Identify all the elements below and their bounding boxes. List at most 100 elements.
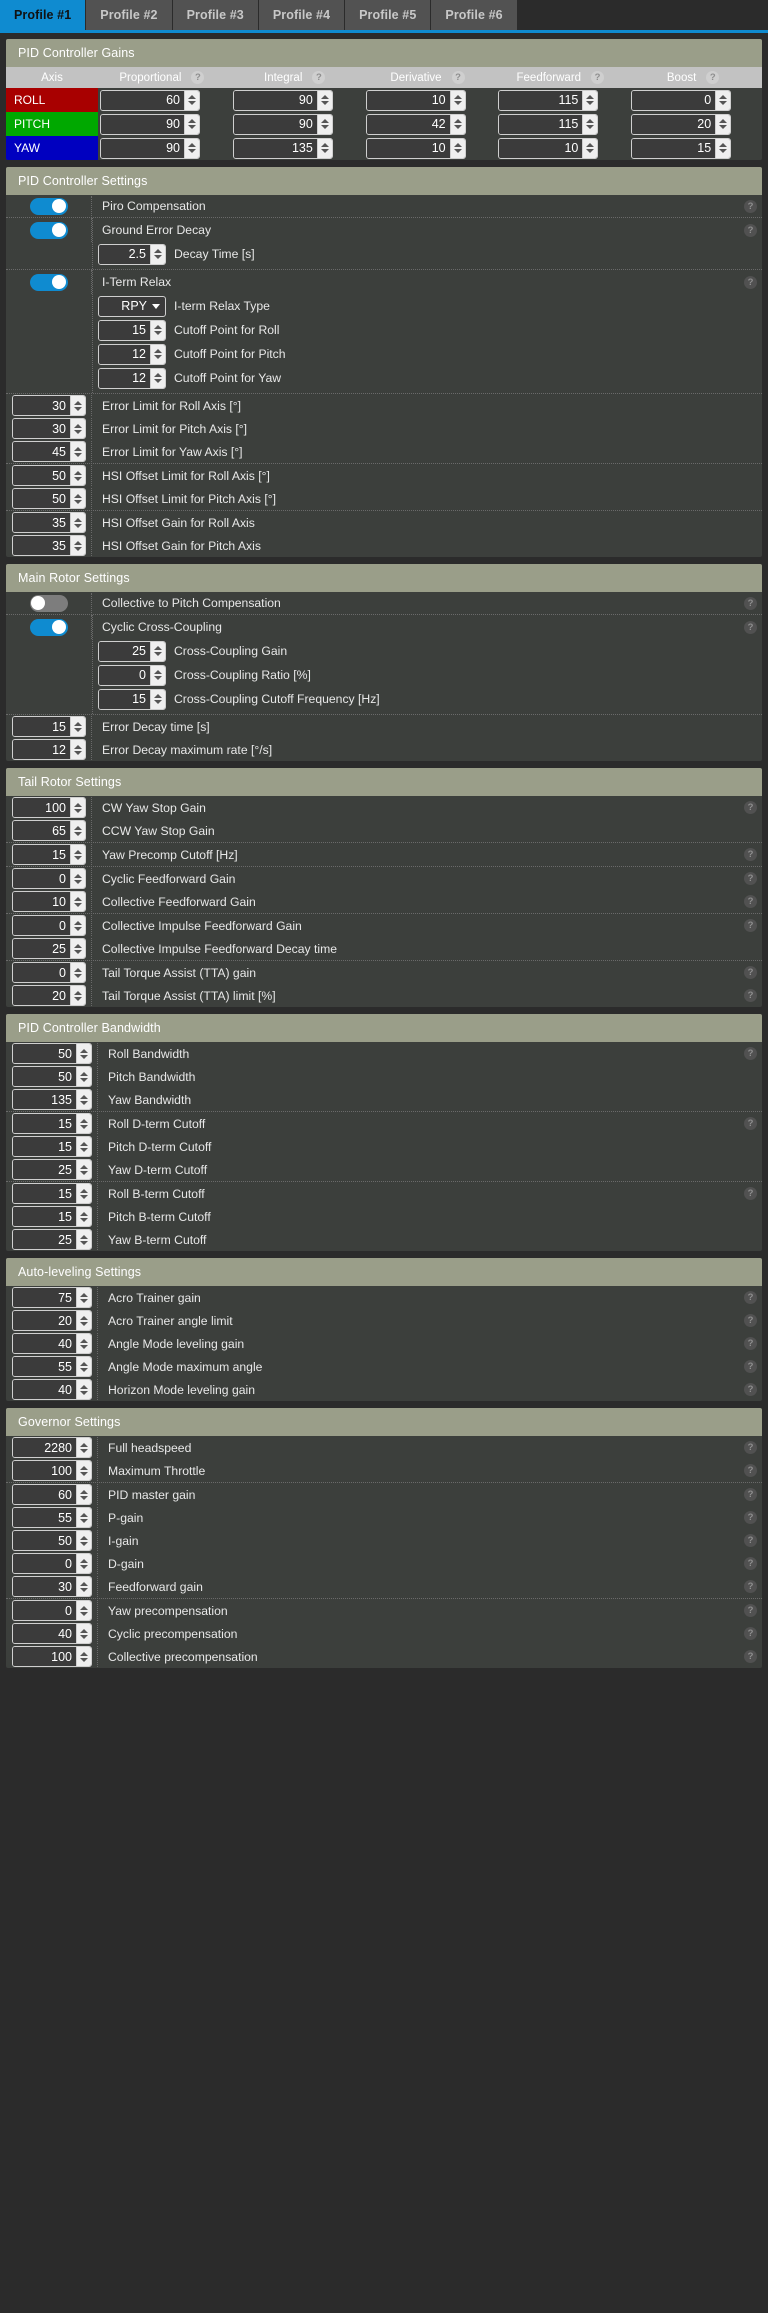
spinner[interactable] (76, 1601, 91, 1620)
input-tta-limit[interactable]: 20 (12, 985, 86, 1006)
spinner[interactable] (76, 1311, 91, 1330)
spinner[interactable] (70, 419, 85, 438)
spinner[interactable] (70, 489, 85, 508)
spinner[interactable] (70, 821, 85, 840)
spinner[interactable] (76, 1624, 91, 1643)
help-icon-iterm-relax[interactable]: ? (744, 276, 757, 289)
spinner[interactable] (582, 115, 597, 134)
spinner[interactable] (450, 115, 465, 134)
help-icon-boost[interactable]: ? (706, 71, 719, 84)
input-d-gain[interactable]: 0 (12, 1553, 92, 1574)
help-icon-full-headspeed[interactable]: ? (744, 1441, 757, 1454)
help-icon-piro-compensation[interactable]: ? (744, 200, 757, 213)
help-icon-pid-master-gain[interactable]: ? (744, 1488, 757, 1501)
input-hsi-offset-gain-pitch[interactable]: 35 (12, 535, 86, 556)
help-icon-angle-mode-leveling-gain[interactable]: ? (744, 1337, 757, 1350)
spinner[interactable] (70, 466, 85, 485)
spinner[interactable] (76, 1090, 91, 1109)
spinner[interactable] (150, 245, 165, 264)
toggle-piro-compensation[interactable] (30, 198, 68, 215)
spinner[interactable] (70, 869, 85, 888)
input-cw-yaw-stop-gain[interactable]: 100 (12, 797, 86, 818)
input-collective-impulse-ff-decay[interactable]: 25 (12, 938, 86, 959)
spinner[interactable] (150, 321, 165, 340)
spinner[interactable] (184, 139, 199, 158)
input-roll-bandwidth[interactable]: 50 (12, 1043, 92, 1064)
help-icon-maximum-throttle[interactable]: ? (744, 1464, 757, 1477)
help-icon-ground-error-decay[interactable]: ? (744, 224, 757, 237)
spinner[interactable] (70, 892, 85, 911)
input-cross-coupling-gain[interactable]: 25 (98, 641, 166, 662)
input-hsi-offset-limit-roll[interactable]: 50 (12, 465, 86, 486)
spinner[interactable] (70, 740, 85, 759)
spinner[interactable] (76, 1067, 91, 1086)
spinner[interactable] (715, 115, 730, 134)
help-icon-tta-limit[interactable]: ? (744, 989, 757, 1002)
spinner[interactable] (76, 1288, 91, 1307)
input-yaw-precomp-cutoff[interactable]: 15 (12, 844, 86, 865)
help-icon-feedforward-gain[interactable]: ? (744, 1580, 757, 1593)
help-icon-i-gain[interactable]: ? (744, 1534, 757, 1547)
input-pitch-dterm-cutoff[interactable]: 15 (12, 1136, 92, 1157)
tab-profile-6[interactable]: Profile #6 (431, 0, 517, 30)
input-yaw-derivative[interactable]: 10 (366, 138, 466, 159)
spinner[interactable] (76, 1044, 91, 1063)
input-error-limit-roll[interactable]: 30 (12, 395, 86, 416)
spinner[interactable] (76, 1380, 91, 1399)
input-roll-integral[interactable]: 90 (233, 90, 333, 111)
spinner[interactable] (582, 91, 597, 110)
input-roll-feedforward[interactable]: 115 (498, 90, 598, 111)
help-icon-collective-to-pitch[interactable]: ? (744, 597, 757, 610)
spinner[interactable] (70, 963, 85, 982)
help-icon-roll-dterm-cutoff[interactable]: ? (744, 1117, 757, 1130)
input-pitch-bterm-cutoff[interactable]: 15 (12, 1206, 92, 1227)
spinner[interactable] (317, 115, 332, 134)
input-pitch-boost[interactable]: 20 (631, 114, 731, 135)
input-cross-coupling-cutoff[interactable]: 15 (98, 689, 166, 710)
spinner[interactable] (150, 666, 165, 685)
input-cyclic-feedforward-gain[interactable]: 0 (12, 868, 86, 889)
spinner[interactable] (582, 139, 597, 158)
input-roll-bterm-cutoff[interactable]: 15 (12, 1183, 92, 1204)
input-hsi-offset-limit-pitch[interactable]: 50 (12, 488, 86, 509)
tab-profile-5[interactable]: Profile #5 (345, 0, 431, 30)
help-icon-cyclic-precompensation[interactable]: ? (744, 1627, 757, 1640)
input-cutoff-yaw[interactable]: 12 (98, 368, 166, 389)
help-icon-integral[interactable]: ? (312, 71, 325, 84)
spinner[interactable] (76, 1334, 91, 1353)
spinner[interactable] (76, 1357, 91, 1376)
input-roll-proportional[interactable]: 60 (100, 90, 200, 111)
spinner[interactable] (70, 536, 85, 555)
input-horizon-mode-leveling-gain[interactable]: 40 (12, 1379, 92, 1400)
input-pitch-integral[interactable]: 90 (233, 114, 333, 135)
help-icon-roll-bandwidth[interactable]: ? (744, 1047, 757, 1060)
input-roll-dterm-cutoff[interactable]: 15 (12, 1113, 92, 1134)
input-ccw-yaw-stop-gain[interactable]: 65 (12, 820, 86, 841)
input-pitch-bandwidth[interactable]: 50 (12, 1066, 92, 1087)
input-collective-precompensation[interactable]: 100 (12, 1646, 92, 1667)
spinner[interactable] (76, 1554, 91, 1573)
tab-profile-2[interactable]: Profile #2 (86, 0, 172, 30)
select-iterm-relax-type[interactable]: RPY (98, 296, 166, 317)
spinner[interactable] (76, 1531, 91, 1550)
toggle-ground-error-decay[interactable] (30, 222, 68, 239)
help-icon-p-gain[interactable]: ? (744, 1511, 757, 1524)
spinner[interactable] (70, 845, 85, 864)
help-icon-collective-precompensation[interactable]: ? (744, 1650, 757, 1663)
input-error-limit-yaw[interactable]: 45 (12, 441, 86, 462)
help-icon-collective-impulse-ff-gain[interactable]: ? (744, 919, 757, 932)
help-icon-acro-trainer-gain[interactable]: ? (744, 1291, 757, 1304)
spinner[interactable] (70, 798, 85, 817)
input-pitch-proportional[interactable]: 90 (100, 114, 200, 135)
input-decay-time[interactable]: 2.5 (98, 244, 166, 265)
help-icon-roll-bterm-cutoff[interactable]: ? (744, 1187, 757, 1200)
input-feedforward-gain[interactable]: 30 (12, 1576, 92, 1597)
help-icon-derivative[interactable]: ? (452, 71, 465, 84)
input-yaw-feedforward[interactable]: 10 (498, 138, 598, 159)
help-icon-horizon-mode-leveling-gain[interactable]: ? (744, 1383, 757, 1396)
spinner[interactable] (450, 91, 465, 110)
toggle-collective-to-pitch[interactable] (30, 595, 68, 612)
spinner[interactable] (76, 1508, 91, 1527)
spinner[interactable] (76, 1438, 91, 1457)
spinner[interactable] (76, 1207, 91, 1226)
